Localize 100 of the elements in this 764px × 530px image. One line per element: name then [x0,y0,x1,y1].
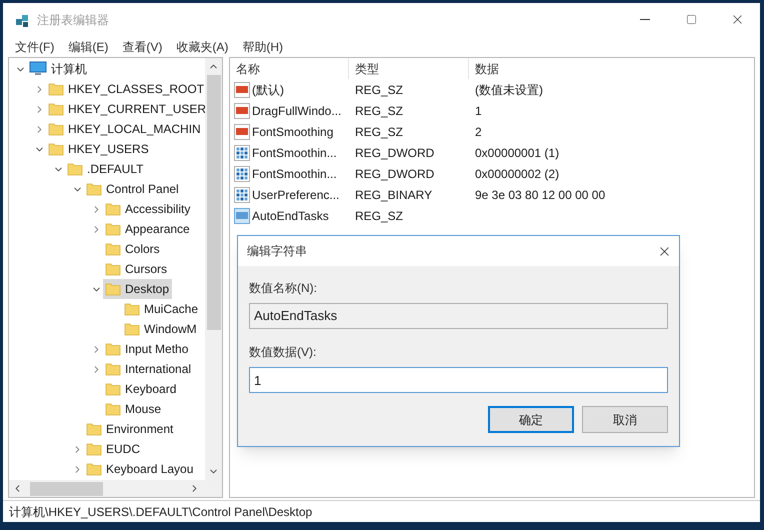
folder-icon [67,161,83,177]
tree-item-label: Control Panel [106,181,179,198]
tree-item-label: Input Metho [125,341,188,358]
vertical-scrollbar[interactable] [205,58,222,480]
tree-item[interactable]: WindowM [122,319,200,339]
tree-item[interactable]: EUDC [84,439,144,459]
folder-icon [105,261,121,277]
value-data: 9e 3e 03 80 12 00 00 00 [474,186,606,204]
folder-icon [86,421,102,437]
tree-item[interactable]: International [103,359,194,379]
tree-item[interactable]: Environment [84,419,176,439]
tree-item[interactable]: MuiCache [122,299,202,319]
tree-item[interactable]: Keyboard [103,379,180,399]
tree-item-label: International [125,361,192,378]
tree-item[interactable]: Cursors [103,259,170,279]
tree-item-label: HKEY_USERS [68,141,149,158]
maximize-icon [686,14,696,25]
value-data: 0x00000001 (1) [474,144,560,162]
value-row[interactable]: UserPreferenc... REG_BINARY 9e 3e 03 80 12 00 00 00 [230,184,754,205]
value-type: REG_SZ [354,124,404,140]
value-data: 1 [474,102,482,120]
tree-item[interactable]: .DEFAULT [65,159,146,179]
tree-item-label: Keyboard Layou [106,461,194,478]
folder-icon [48,121,64,137]
tree-item[interactable]: Input Metho [103,339,192,359]
tree-item-label: Mouse [125,401,162,418]
value-row[interactable]: DragFullWindo... REG_SZ 1 [230,100,754,121]
folder-icon [105,401,121,417]
tree-item[interactable]: HKEY_LOCAL_MACHIN [46,119,204,139]
tree-item-label: EUDC [106,441,140,458]
value-row[interactable]: (默认) REG_SZ (数值未设置) [230,79,754,100]
dialog-button[interactable]: 确定 [488,406,574,433]
dialog-title: 编辑字符串 [247,243,307,260]
menu-item[interactable]: 查看(V) [115,38,170,56]
tree-item-label: Keyboard [125,381,176,398]
value-row[interactable]: FontSmoothin... REG_DWORD 0x00000002 (2) [230,163,754,184]
folder-icon [105,381,121,397]
tree-item[interactable]: Control Panel [84,179,182,199]
folder-icon [105,221,121,237]
tree-item[interactable]: 计算机 [27,59,90,79]
data-field[interactable]: 1 [249,367,668,393]
value-name: DragFullWindo... [252,102,342,120]
tree-item-label: Colors [125,241,160,258]
tree-item-label: HKEY_LOCAL_MACHIN [68,121,201,138]
value-row[interactable]: AutoEndTasks REG_SZ [230,205,754,226]
window-title: 注册表编辑器 [37,12,109,28]
value-type: REG_SZ [354,208,404,224]
tree-item-label: .DEFAULT [87,161,144,178]
tree-item-label: MuiCache [144,301,198,318]
field-label: 数值名称(N): [249,280,318,297]
menu-item[interactable]: 文件(F) [8,38,62,56]
status-bar-path: 计算机\HKEY_USERS\.DEFAULT\Control Panel\Desktop [9,504,312,520]
tree-item-label: Desktop [125,281,170,298]
scrollbar-thumb[interactable] [30,482,103,496]
menu-item[interactable]: 编辑(E) [61,38,116,56]
column-header[interactable]: 类型 [349,58,469,79]
horizontal-scrollbar[interactable] [9,480,222,497]
folder-icon [86,461,102,477]
value-row[interactable]: FontSmoothing REG_SZ 2 [230,121,754,142]
value-type: REG_DWORD [354,166,436,182]
tree-item[interactable]: HKEY_CURRENT_USER [46,99,205,119]
folder-icon [105,201,121,217]
tree-item[interactable]: Keyboard Layou [84,459,196,479]
tree-item-label: Cursors [125,261,168,278]
scrollbar-thumb[interactable] [206,75,220,330]
folder-icon [105,361,121,377]
tree-item-label: Appearance [125,221,190,238]
tree-item[interactable]: Mouse [103,399,164,419]
value-row[interactable]: FontSmoothin... REG_DWORD 0x00000001 (1) [230,142,754,163]
tree-item-label: Accessibility [125,201,190,218]
column-header[interactable]: 名称 [230,58,349,79]
tree-item[interactable]: Accessibility [103,199,194,219]
folder-icon [105,241,121,257]
field-label: 数值数据(V): [249,344,318,361]
menu-item[interactable]: 帮助(H) [235,38,290,56]
value-data: 0x00000002 (2) [474,166,560,182]
value-name: (默认) [252,82,284,98]
tree-item[interactable]: Colors [103,239,163,259]
minimize-icon [640,19,650,20]
tree-item[interactable]: HKEY_USERS [46,139,152,159]
tree-item-label: HKEY_CURRENT_USER [68,101,205,118]
tree-item[interactable]: Desktop [103,279,172,299]
value-type: REG_SZ [354,102,404,120]
tree-item-label: WindowM [144,321,197,338]
name-field[interactable]: AutoEndTasks [249,303,668,329]
value-data: (数值未设置) [474,82,543,98]
value-name: FontSmoothin... [252,144,337,162]
tree-item[interactable]: Appearance [103,219,193,239]
value-type: REG_DWORD [354,144,436,162]
folder-icon [48,141,64,157]
menu-item[interactable]: 收藏夹(A) [169,38,236,56]
column-header[interactable]: 数据 [469,58,754,79]
computer-icon [29,61,47,77]
tree-item-label: HKEY_CLASSES_ROOT [68,81,204,98]
folder-icon [86,441,102,457]
dialog-button[interactable]: 取消 [582,406,668,433]
value-name: FontSmoothin... [252,166,337,182]
folder-icon [124,321,140,337]
tree-item[interactable]: HKEY_CLASSES_ROOT [46,79,205,99]
folder-icon [48,81,64,97]
